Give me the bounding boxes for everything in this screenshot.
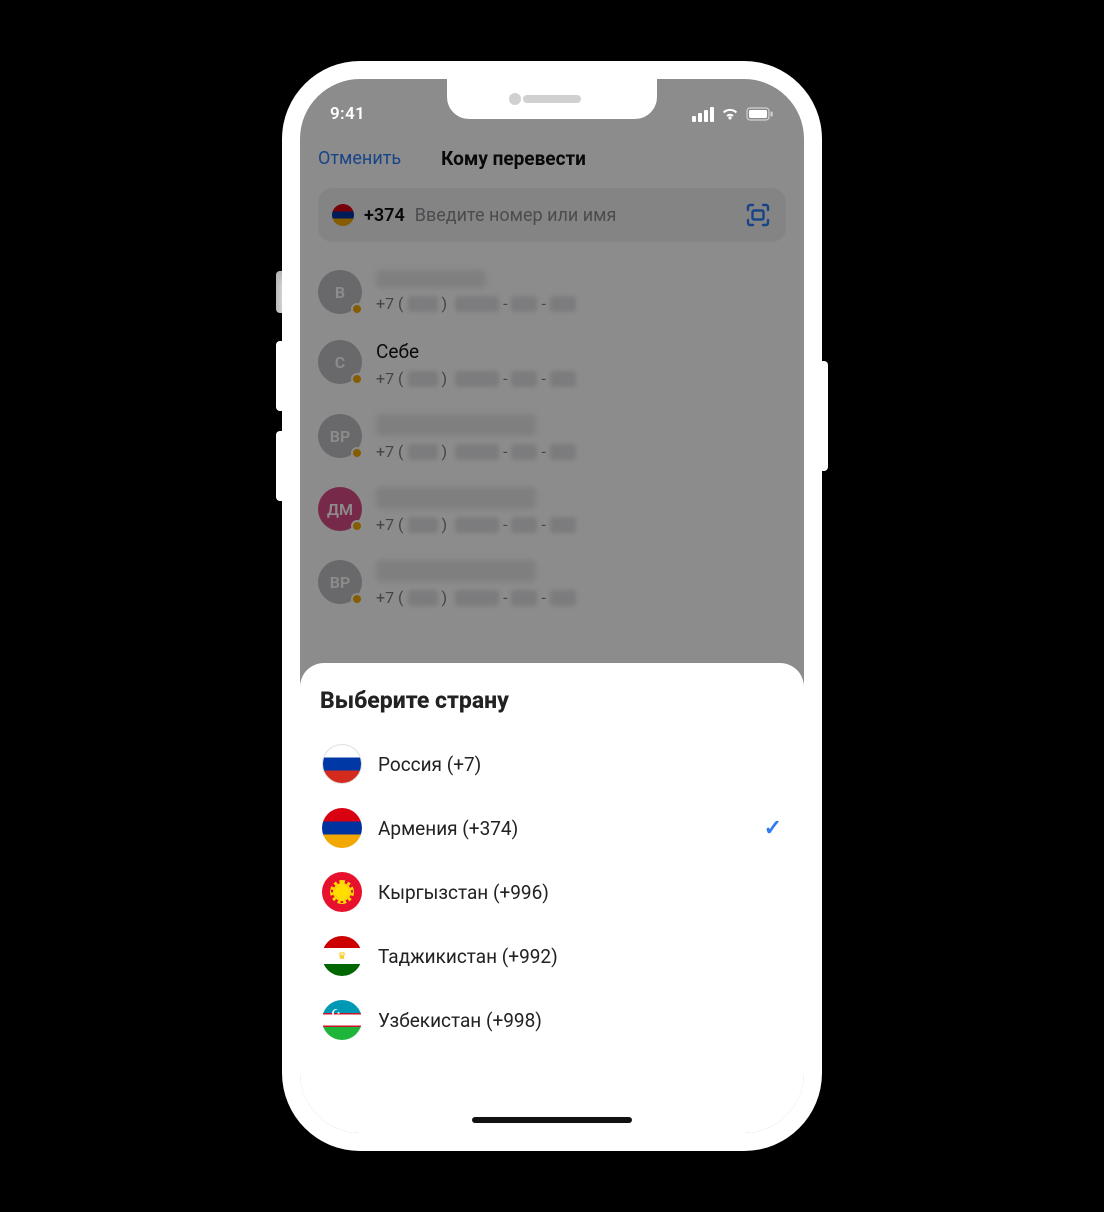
avatar: С — [318, 340, 362, 384]
country-label: Узбекистан (+998) — [378, 1009, 782, 1032]
home-indicator[interactable] — [472, 1117, 632, 1123]
nav-bar: Отменить Кому перевести — [300, 135, 804, 184]
search-input[interactable]: Введите номер или имя — [415, 205, 734, 226]
contact-name-redacted — [376, 560, 536, 582]
cellular-icon — [692, 107, 714, 122]
avatar: ДМ — [318, 487, 362, 531]
flag-russia-icon — [322, 744, 362, 784]
contact-name-redacted — [376, 487, 536, 509]
phone-frame: 9:41 Отменить Кому перевести +374 Введит… — [282, 61, 822, 1151]
contact-row[interactable]: В +7 () -- — [318, 260, 786, 330]
country-option-tajikistan[interactable]: Таджикистан (+992) — [320, 924, 784, 988]
side-button — [276, 431, 282, 501]
contact-name-redacted — [376, 414, 536, 436]
sheet-title: Выберите страну — [320, 687, 784, 714]
cancel-button[interactable]: Отменить — [318, 148, 401, 169]
phone-search-field[interactable]: +374 Введите номер или имя — [318, 188, 786, 242]
country-code[interactable]: +374 — [364, 205, 405, 226]
avatar: ВР — [318, 560, 362, 604]
wifi-icon — [720, 107, 740, 121]
scan-card-icon[interactable] — [744, 201, 772, 229]
contacts-list: В +7 () -- С Себе +7 () -- — [300, 260, 804, 623]
screen: 9:41 Отменить Кому перевести +374 Введит… — [300, 79, 804, 1133]
contact-row[interactable]: С Себе +7 () -- — [318, 330, 786, 404]
contact-row[interactable]: ДМ +7 () -- — [318, 477, 786, 550]
flag-tajikistan-icon — [322, 936, 362, 976]
avatar: ВР — [318, 414, 362, 458]
flag-armenia-icon — [322, 808, 362, 848]
flag-kyrgyzstan-icon — [322, 872, 362, 912]
contact-row[interactable]: ВР +7 () -- — [318, 550, 786, 623]
side-button — [276, 341, 282, 411]
flag-uzbekistan-icon — [322, 1000, 362, 1040]
country-option-uzbekistan[interactable]: Узбекистан (+998) — [320, 988, 784, 1052]
notch — [447, 79, 657, 119]
country-flag-icon[interactable] — [332, 204, 354, 226]
country-label: Россия (+7) — [378, 753, 782, 776]
contact-phone: +7 () -- — [376, 442, 576, 461]
contact-phone: +7 () -- — [376, 369, 576, 388]
side-button — [276, 271, 282, 313]
battery-icon — [746, 107, 774, 121]
checkmark-icon: ✓ — [764, 816, 782, 841]
side-button — [822, 361, 828, 471]
country-option-kyrgyzstan[interactable]: Кыргызстан (+996) — [320, 860, 784, 924]
contact-name-redacted — [376, 270, 486, 288]
country-label: Кыргызстан (+996) — [378, 881, 782, 904]
country-option-armenia[interactable]: Армения (+374) ✓ — [320, 796, 784, 860]
contact-name: Себе — [376, 340, 576, 363]
contact-phone: +7 () -- — [376, 588, 576, 607]
status-time: 9:41 — [330, 104, 365, 124]
country-label: Таджикистан (+992) — [378, 945, 782, 968]
avatar: В — [318, 270, 362, 314]
page-title: Кому перевести — [441, 147, 586, 170]
country-picker-sheet: Выберите страну Россия (+7) Армения (+37… — [300, 663, 804, 1133]
contact-row[interactable]: ВР +7 () -- — [318, 404, 786, 477]
country-option-russia[interactable]: Россия (+7) — [320, 732, 784, 796]
contact-phone: +7 () -- — [376, 515, 576, 534]
contact-phone: +7 () -- — [376, 294, 576, 313]
country-label: Армения (+374) — [378, 817, 748, 840]
